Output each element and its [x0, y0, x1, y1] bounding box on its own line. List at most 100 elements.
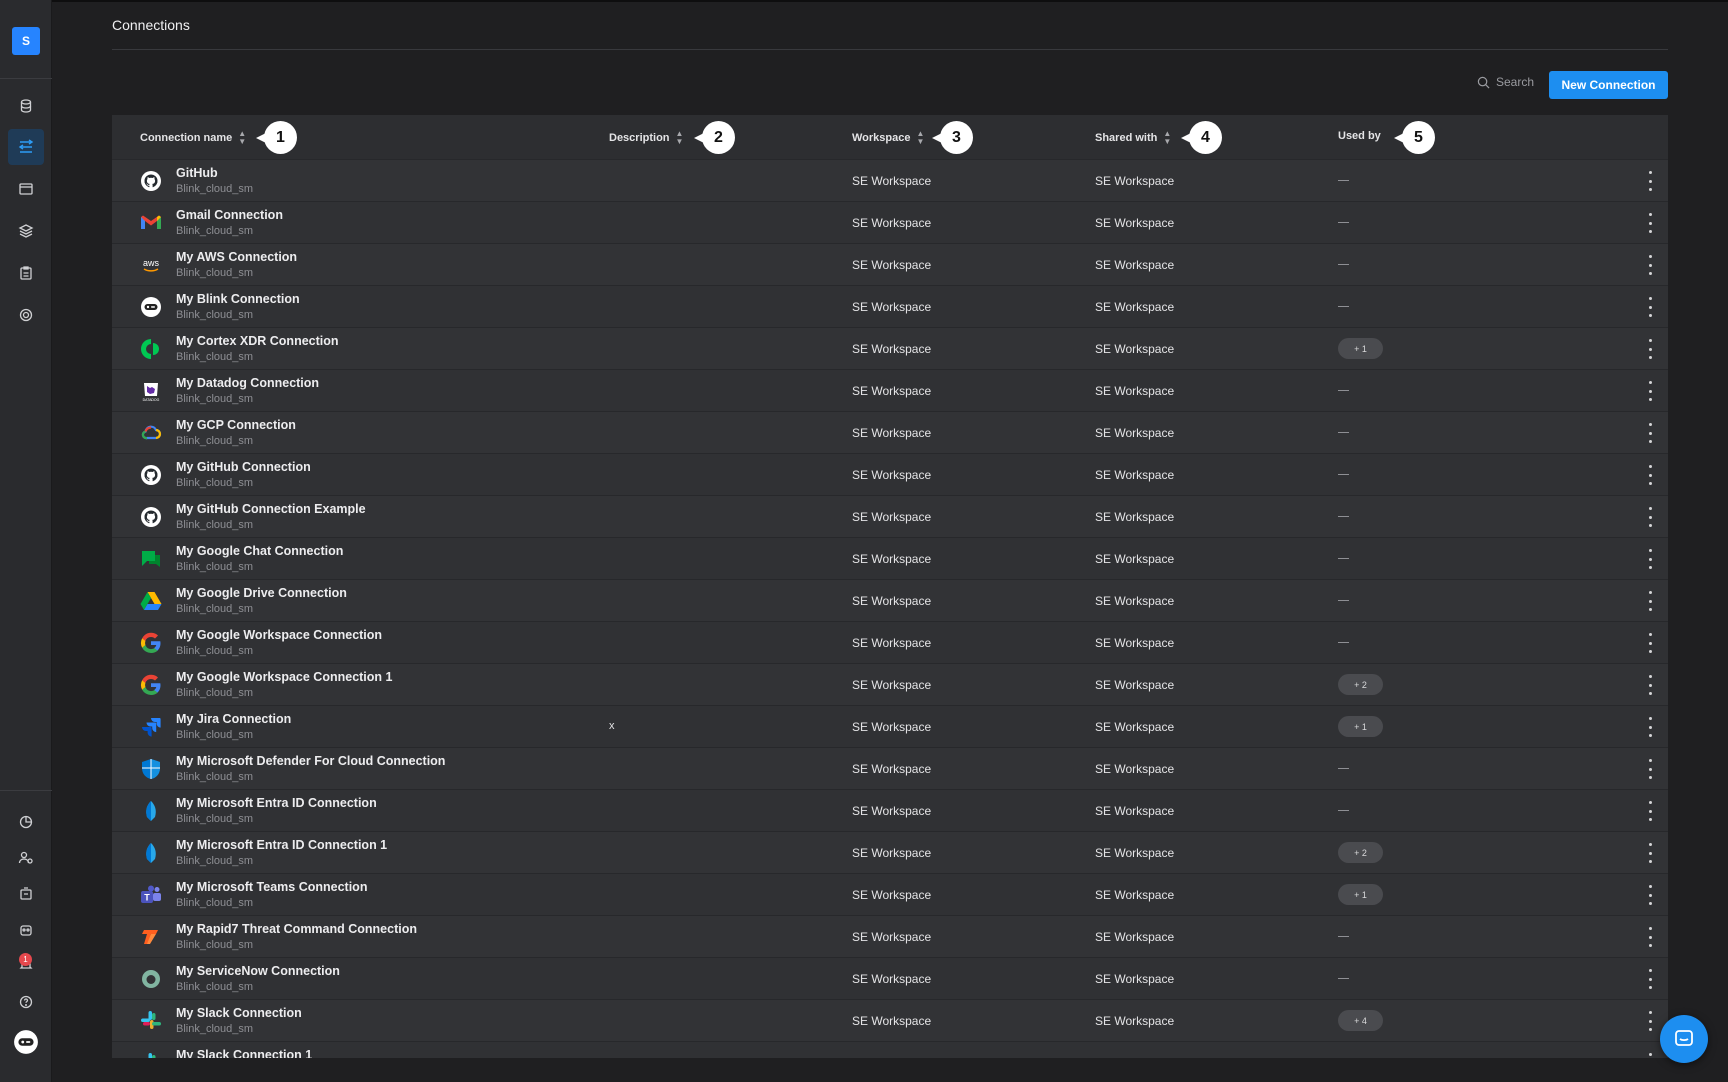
- table-row[interactable]: My Microsoft Defender For Cloud Connecti…: [112, 747, 1668, 789]
- sidebar-item-layers[interactable]: [8, 213, 44, 249]
- connection-name[interactable]: My AWS Connection: [176, 250, 297, 264]
- row-actions-menu-icon[interactable]: [1647, 549, 1653, 569]
- row-actions-menu-icon[interactable]: [1647, 759, 1653, 779]
- table-row[interactable]: My Google Drive Connection Blink_cloud_s…: [112, 579, 1668, 621]
- column-header-workspace[interactable]: Workspace ▲ ▼: [852, 130, 924, 146]
- sidebar-item-target[interactable]: [8, 297, 44, 333]
- table-row[interactable]: My Blink Connection Blink_cloud_sm SE Wo…: [112, 285, 1668, 327]
- row-actions-menu-icon[interactable]: [1647, 675, 1653, 695]
- connection-name[interactable]: My Datadog Connection: [176, 376, 319, 390]
- sidebar-item-help[interactable]: [8, 984, 44, 1020]
- row-actions-menu-icon[interactable]: [1647, 381, 1653, 401]
- connection-name[interactable]: My Rapid7 Threat Command Connection: [176, 922, 417, 936]
- row-actions-menu-icon[interactable]: [1647, 255, 1653, 275]
- connection-name[interactable]: My Microsoft Entra ID Connection 1: [176, 838, 387, 852]
- connection-name[interactable]: My Cortex XDR Connection: [176, 334, 339, 348]
- used-by-count-badge[interactable]: + 4: [1338, 1010, 1383, 1031]
- connection-name[interactable]: My GitHub Connection: [176, 460, 311, 474]
- sidebar-item-users[interactable]: [8, 840, 44, 876]
- row-actions-menu-icon[interactable]: [1647, 969, 1653, 989]
- table-row[interactable]: My GitHub Connection Example Blink_cloud…: [112, 495, 1668, 537]
- used-by-count-badge[interactable]: + 1: [1338, 338, 1383, 359]
- column-header-connection-name[interactable]: Connection name ▲ ▼: [140, 130, 246, 146]
- connection-owner: Blink_cloud_sm: [176, 309, 254, 321]
- row-actions-menu-icon[interactable]: [1647, 1011, 1653, 1031]
- table-row[interactable]: My Google Chat Connection Blink_cloud_sm…: [112, 537, 1668, 579]
- sort-icon[interactable]: ▲ ▼: [1163, 130, 1171, 146]
- search-control[interactable]: Search: [1477, 75, 1534, 89]
- connection-name[interactable]: My Google Workspace Connection: [176, 628, 382, 642]
- row-actions-menu-icon[interactable]: [1647, 171, 1653, 191]
- row-actions-menu-icon[interactable]: [1647, 633, 1653, 653]
- sort-icon[interactable]: ▲ ▼: [238, 130, 246, 146]
- new-connection-button[interactable]: New Connection: [1549, 71, 1668, 99]
- row-actions-menu-icon[interactable]: [1647, 465, 1653, 485]
- row-actions-menu-icon[interactable]: [1647, 843, 1653, 863]
- sidebar-item-bot[interactable]: [8, 912, 44, 948]
- sidebar-item-connections[interactable]: [8, 129, 44, 165]
- connection-name[interactable]: My GCP Connection: [176, 418, 296, 432]
- connection-name[interactable]: My Google Chat Connection: [176, 544, 343, 558]
- connection-name[interactable]: Gmail Connection: [176, 208, 283, 222]
- sidebar-item-window[interactable]: [8, 171, 44, 207]
- table-row[interactable]: My Microsoft Entra ID Connection Blink_c…: [112, 789, 1668, 831]
- column-header-description[interactable]: Description ▲ ▼: [609, 130, 683, 146]
- sort-icon[interactable]: ▲ ▼: [917, 130, 925, 146]
- sidebar-item-clipboard[interactable]: [8, 255, 44, 291]
- table-row[interactable]: GitHub Blink_cloud_sm SE Workspace SE Wo…: [112, 159, 1668, 201]
- connection-name[interactable]: My Microsoft Defender For Cloud Connecti…: [176, 754, 445, 768]
- connection-name[interactable]: My Jira Connection: [176, 712, 291, 726]
- connection-name[interactable]: My Google Drive Connection: [176, 586, 347, 600]
- row-actions-menu-icon[interactable]: [1647, 927, 1653, 947]
- used-by-count-badge[interactable]: + 2: [1338, 842, 1383, 863]
- row-actions-menu-icon[interactable]: [1647, 591, 1653, 611]
- table-row[interactable]: DATADOG My Datadog Connection Blink_clou…: [112, 369, 1668, 411]
- sidebar-item-inbox[interactable]: [8, 876, 44, 912]
- support-chat-button[interactable]: [1660, 1015, 1708, 1063]
- used-by-count-badge[interactable]: + 2: [1338, 674, 1383, 695]
- sidebar-item-database[interactable]: [8, 88, 44, 124]
- connection-name[interactable]: My Slack Connection: [176, 1006, 302, 1020]
- table-row[interactable]: My ServiceNow Connection Blink_cloud_sm …: [112, 957, 1668, 999]
- table-row[interactable]: My GitHub Connection Blink_cloud_sm SE W…: [112, 453, 1668, 495]
- used-by-count-badge[interactable]: + 1: [1338, 884, 1383, 905]
- table-row[interactable]: aws My AWS Connection Blink_cloud_sm SE …: [112, 243, 1668, 285]
- table-row[interactable]: My Microsoft Entra ID Connection 1 Blink…: [112, 831, 1668, 873]
- connection-name[interactable]: My Google Workspace Connection 1: [176, 670, 392, 684]
- table-row[interactable]: T My Microsoft Teams Connection Blink_cl…: [112, 873, 1668, 915]
- sidebar-item-analytics[interactable]: [8, 804, 44, 840]
- connection-name[interactable]: My Microsoft Entra ID Connection: [176, 796, 377, 810]
- row-actions-menu-icon[interactable]: [1647, 885, 1653, 905]
- table-row[interactable]: My Slack Connection Blink_cloud_sm SE Wo…: [112, 999, 1668, 1041]
- row-actions-menu-icon[interactable]: [1647, 213, 1653, 233]
- row-actions-menu-icon[interactable]: [1647, 507, 1653, 527]
- row-actions-menu-icon[interactable]: [1647, 801, 1653, 821]
- slack-icon: [139, 1009, 163, 1033]
- row-actions-menu-icon[interactable]: [1647, 339, 1653, 359]
- connection-name[interactable]: My GitHub Connection Example: [176, 502, 366, 516]
- row-actions-menu-icon[interactable]: [1647, 717, 1653, 737]
- row-actions-menu-icon[interactable]: [1647, 423, 1653, 443]
- table-row[interactable]: My Slack Connection 1 Blink_cloud_sm SE …: [112, 1041, 1668, 1058]
- google-chat-icon: [139, 547, 163, 571]
- sidebar-item-profile[interactable]: [8, 1024, 44, 1060]
- used-by-count-badge[interactable]: + 1: [1338, 716, 1383, 737]
- connection-name[interactable]: My Microsoft Teams Connection: [176, 880, 367, 894]
- row-actions-menu-icon[interactable]: [1647, 297, 1653, 317]
- table-row[interactable]: My Cortex XDR Connection Blink_cloud_sm …: [112, 327, 1668, 369]
- workspace-avatar[interactable]: S: [12, 27, 40, 55]
- connection-name[interactable]: GitHub: [176, 166, 218, 180]
- table-row[interactable]: My GCP Connection Blink_cloud_sm SE Work…: [112, 411, 1668, 453]
- table-row[interactable]: My Google Workspace Connection Blink_clo…: [112, 621, 1668, 663]
- table-row[interactable]: My Rapid7 Threat Command Connection Blin…: [112, 915, 1668, 957]
- table-row[interactable]: My Google Workspace Connection 1 Blink_c…: [112, 663, 1668, 705]
- table-row[interactable]: Gmail Connection Blink_cloud_sm SE Works…: [112, 201, 1668, 243]
- connection-name[interactable]: My ServiceNow Connection: [176, 964, 340, 978]
- sort-icon[interactable]: ▲ ▼: [676, 130, 684, 146]
- connection-name[interactable]: My Blink Connection: [176, 292, 300, 306]
- connection-workspace: SE Workspace: [852, 930, 932, 944]
- table-row[interactable]: My Jira Connection Blink_cloud_sm x SE W…: [112, 705, 1668, 747]
- used-by-empty: [1338, 978, 1349, 979]
- column-header-shared-with[interactable]: Shared with ▲ ▼: [1095, 130, 1171, 146]
- connection-name[interactable]: My Slack Connection 1: [176, 1048, 312, 1058]
